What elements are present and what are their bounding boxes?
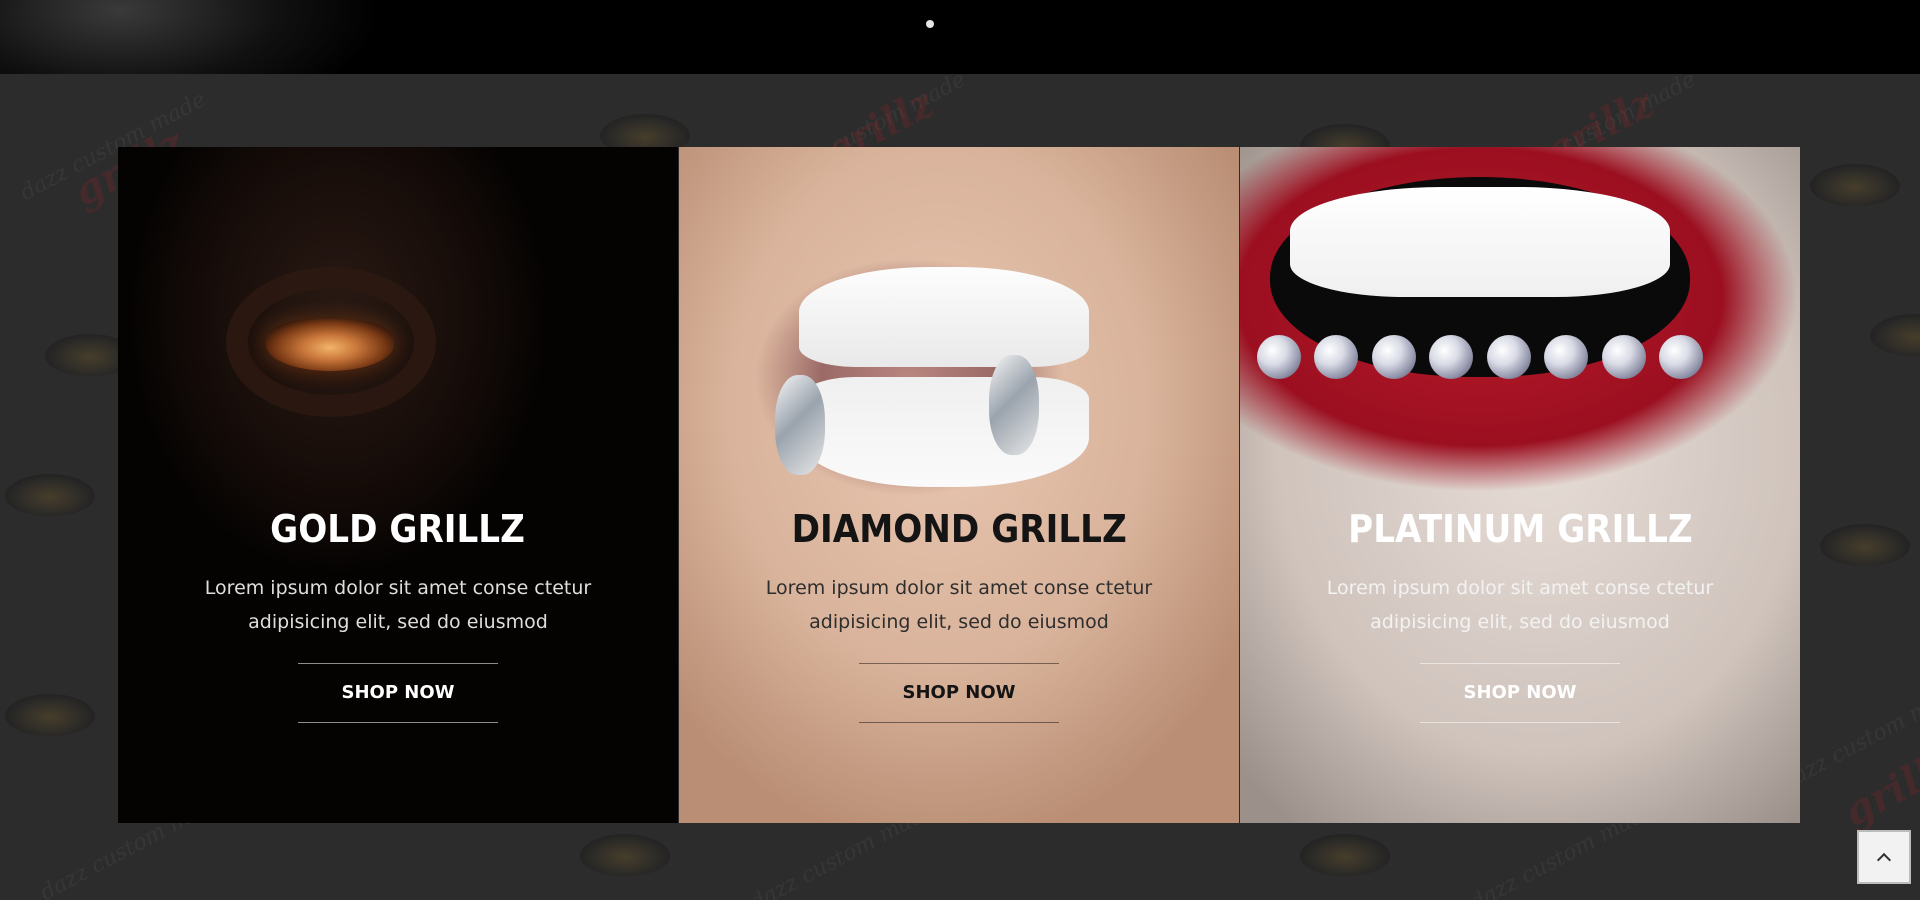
teeth-image xyxy=(799,377,1089,487)
fang-grill-image xyxy=(989,355,1039,455)
gold-grill-image xyxy=(266,319,394,371)
card-description: Lorem ipsum dolor sit amet conse ctetur … xyxy=(204,577,592,633)
gem-icon xyxy=(1544,335,1589,379)
card-gold-grillz[interactable]: GOLD GRILLZ Lorem ipsum dolor sit amet c… xyxy=(118,147,678,823)
gem-icon xyxy=(1486,335,1531,379)
card-description: Lorem ipsum dolor sit amet conse ctetur … xyxy=(765,577,1153,633)
gem-icon xyxy=(1429,335,1474,379)
diamond-grillz-photo xyxy=(799,267,1089,367)
scroll-to-top-button[interactable] xyxy=(1857,830,1911,884)
gem-icon xyxy=(1371,335,1416,379)
card-platinum-grillz[interactable]: PLATINUM GRILLZ Lorem ipsum dolor sit am… xyxy=(1240,147,1800,823)
slider-dot[interactable] xyxy=(926,20,934,28)
card-title: PLATINUM GRILLZ xyxy=(1347,507,1693,551)
shop-now-button[interactable]: SHOP NOW xyxy=(859,663,1059,723)
shop-now-button[interactable]: SHOP NOW xyxy=(1420,663,1620,723)
grill-pattern-icon xyxy=(1870,314,1920,356)
card-content: GOLD GRILLZ Lorem ipsum dolor sit amet c… xyxy=(118,507,678,723)
card-title: DIAMOND GRILLZ xyxy=(791,507,1127,551)
card-description: Lorem ipsum dolor sit amet conse ctetur … xyxy=(1326,577,1714,633)
grill-pattern-icon xyxy=(5,474,95,516)
gem-icon xyxy=(1314,335,1359,379)
gem-icon xyxy=(1256,335,1301,379)
fang-grill-image xyxy=(775,375,825,475)
teeth-image xyxy=(1290,187,1670,297)
diamond-grill-image xyxy=(1250,327,1710,387)
grill-pattern-icon xyxy=(1810,164,1900,206)
grill-pattern-icon xyxy=(5,694,95,736)
grill-pattern-icon xyxy=(580,834,670,876)
card-title: GOLD GRILLZ xyxy=(270,507,526,551)
grill-pattern-icon xyxy=(1300,834,1390,876)
shop-now-button[interactable]: SHOP NOW xyxy=(298,663,498,723)
grill-pattern-icon xyxy=(1820,524,1910,566)
card-diamond-grillz[interactable]: DIAMOND GRILLZ Lorem ipsum dolor sit ame… xyxy=(679,147,1239,823)
chevron-up-icon xyxy=(1876,852,1892,867)
gem-icon xyxy=(1601,335,1646,379)
card-content: PLATINUM GRILLZ Lorem ipsum dolor sit am… xyxy=(1240,507,1800,723)
gem-icon xyxy=(1659,335,1704,379)
product-cards: GOLD GRILLZ Lorem ipsum dolor sit amet c… xyxy=(118,147,1800,823)
card-content: DIAMOND GRILLZ Lorem ipsum dolor sit ame… xyxy=(679,507,1239,723)
hero-slider xyxy=(0,0,1920,74)
